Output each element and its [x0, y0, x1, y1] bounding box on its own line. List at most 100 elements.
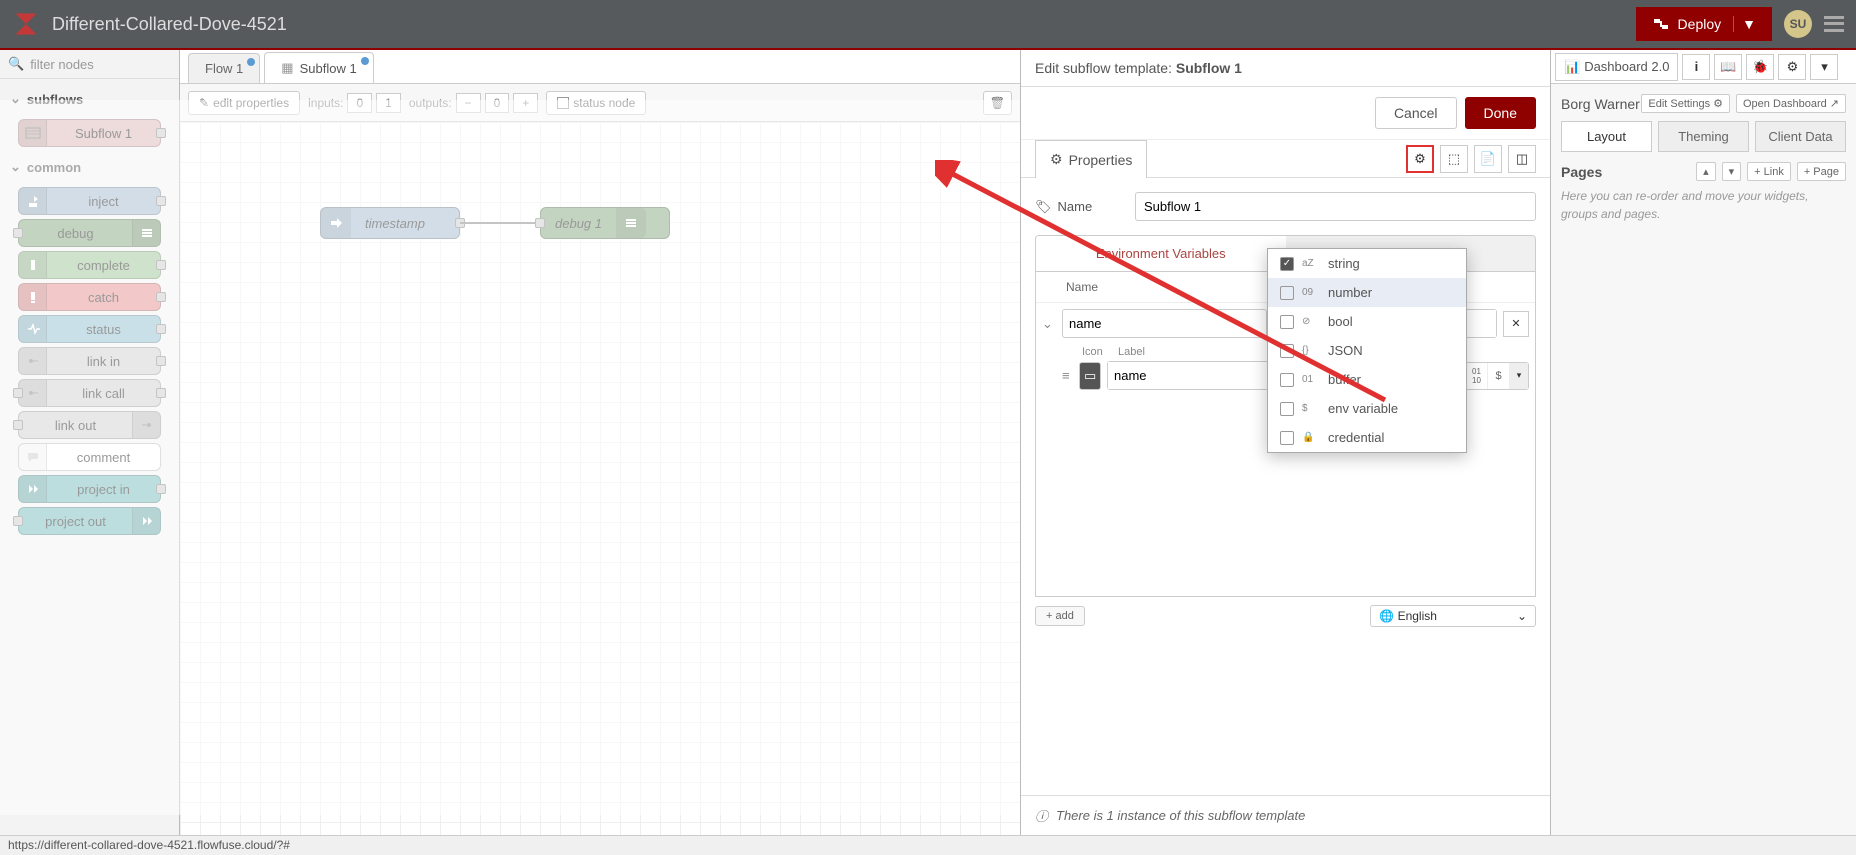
- help-tab-icon[interactable]: 📖: [1714, 54, 1742, 80]
- project-out-icon: [132, 508, 160, 534]
- add-page-button[interactable]: + Page: [1797, 162, 1846, 181]
- type-symbol-icon: 09: [1302, 287, 1320, 298]
- chevron-down-icon: ⌄: [10, 91, 21, 107]
- tab-subflow1[interactable]: ▦ Subflow 1: [264, 52, 373, 83]
- module-box-tab-icon[interactable]: ⬚: [1440, 145, 1468, 173]
- sidebar-tabs: 📊 Dashboard 2.0 i 📖 🐞 ⚙ ▾: [1551, 50, 1856, 84]
- name-input[interactable]: [1135, 192, 1536, 221]
- appearance-tab-icon[interactable]: ◫: [1508, 145, 1536, 173]
- type-symbol-icon: ⊘: [1302, 316, 1320, 327]
- palette-node-project-in[interactable]: project in: [18, 475, 161, 503]
- outputs-plus-button[interactable]: +: [513, 93, 538, 113]
- flow-canvas[interactable]: timestamp debug 1: [180, 122, 1020, 835]
- palette-node-complete[interactable]: complete: [18, 251, 161, 279]
- chevron-down-icon[interactable]: ⌄: [1042, 316, 1056, 332]
- palette-node-inject[interactable]: inject: [18, 187, 161, 215]
- type-option-string[interactable]: ✓aZstring: [1268, 249, 1466, 278]
- checkbox-icon: [1280, 315, 1294, 329]
- type-option-env-variable[interactable]: $env variable: [1268, 394, 1466, 423]
- workspace: Flow 1 ▦ Subflow 1 ✎ edit properties inp…: [180, 50, 1020, 835]
- palette-node-link-out[interactable]: link out: [18, 411, 161, 439]
- category-common[interactable]: ⌄ common: [0, 151, 179, 183]
- project-in-icon: [19, 476, 47, 502]
- palette-node-catch[interactable]: catch: [18, 283, 161, 311]
- edit-settings-button[interactable]: Edit Settings ⚙: [1641, 94, 1730, 113]
- node-timestamp[interactable]: timestamp: [320, 207, 460, 239]
- done-button[interactable]: Done: [1465, 97, 1536, 129]
- add-env-button[interactable]: + add: [1035, 606, 1085, 626]
- tag-icon: 🏷: [1035, 199, 1052, 215]
- palette-node-link-in[interactable]: link in: [18, 347, 161, 375]
- subflow-icon: [19, 120, 47, 146]
- main-menu-icon[interactable]: [1824, 14, 1844, 34]
- palette-node-debug[interactable]: debug: [18, 219, 161, 247]
- node-debug1[interactable]: debug 1: [540, 207, 670, 239]
- inputs-1-button[interactable]: 1: [376, 93, 401, 113]
- palette-node-comment[interactable]: comment: [18, 443, 161, 471]
- edit-properties-button[interactable]: ✎ edit properties: [188, 91, 300, 115]
- palette-node-link-call[interactable]: link call: [18, 379, 161, 407]
- env-name-input[interactable]: [1062, 309, 1267, 338]
- deploy-button[interactable]: Deploy ▼: [1636, 7, 1772, 41]
- env-vars-tab[interactable]: Environment Variables: [1036, 236, 1286, 271]
- user-avatar[interactable]: SU: [1784, 10, 1812, 38]
- debug-tab-icon[interactable]: 🐞: [1746, 54, 1774, 80]
- editor-footer: ⓘ There is 1 instance of this subflow te…: [1021, 795, 1550, 835]
- search-icon: 🔍: [8, 56, 24, 72]
- chart-icon: 📊: [1564, 59, 1580, 75]
- layout-tab[interactable]: Layout: [1561, 121, 1652, 152]
- type-option-JSON[interactable]: {}JSON: [1268, 336, 1466, 365]
- flow-tabs: Flow 1 ▦ Subflow 1: [180, 50, 1020, 84]
- type-option-credential[interactable]: 🔒credential: [1268, 423, 1466, 452]
- checkbox-icon: [557, 97, 569, 109]
- status-node-button[interactable]: status node: [546, 91, 646, 115]
- app-header: Different-Collared-Dove-4521 Deploy ▼ SU: [0, 0, 1856, 48]
- theming-tab[interactable]: Theming: [1658, 121, 1749, 152]
- delete-row-button[interactable]: ✕: [1503, 311, 1529, 337]
- pages-heading: Pages: [1561, 164, 1602, 180]
- module-properties-tab-icon[interactable]: ⚙: [1406, 145, 1434, 173]
- language-select[interactable]: 🌐 English ⌄: [1370, 605, 1536, 627]
- id-card-icon: ▭: [1084, 368, 1096, 384]
- type-option-number[interactable]: 09number: [1268, 278, 1466, 307]
- icon-picker[interactable]: ▭: [1079, 362, 1101, 390]
- palette-node-status[interactable]: status: [18, 315, 161, 343]
- collapse-up-button[interactable]: ▴: [1696, 162, 1716, 181]
- editor-tray: Edit subflow template: Subflow 1 Cancel …: [1020, 50, 1550, 835]
- project-name: Borg Warner: [1561, 96, 1640, 112]
- type-option-buffer[interactable]: 01buffer: [1268, 365, 1466, 394]
- type-symbol-icon: aZ: [1302, 258, 1320, 269]
- type-option-bool[interactable]: ⊘bool: [1268, 307, 1466, 336]
- description-tab-icon[interactable]: 📄: [1474, 145, 1502, 173]
- open-dashboard-button[interactable]: Open Dashboard ↗: [1736, 94, 1846, 113]
- outputs-minus-button[interactable]: −: [456, 93, 481, 113]
- dashboard-tab[interactable]: 📊 Dashboard 2.0: [1555, 53, 1678, 81]
- checkbox-icon: ✓: [1280, 257, 1294, 271]
- icon-col-label: Icon: [1082, 346, 1118, 358]
- drag-handle-icon[interactable]: ≡: [1062, 368, 1073, 383]
- config-tab-icon[interactable]: ⚙: [1778, 54, 1806, 80]
- cancel-button[interactable]: Cancel: [1375, 97, 1457, 129]
- properties-tab[interactable]: ⚙ Properties: [1035, 140, 1147, 178]
- more-tabs-icon[interactable]: ▾: [1810, 54, 1838, 80]
- delete-subflow-button[interactable]: 🗑: [983, 91, 1012, 115]
- client-data-tab[interactable]: Client Data: [1755, 121, 1846, 152]
- complete-icon: [19, 252, 47, 278]
- link-out-icon: [132, 412, 160, 438]
- info-icon: ⓘ: [1035, 806, 1048, 825]
- add-link-button[interactable]: + Link: [1747, 162, 1791, 181]
- checkbox-icon: [1280, 373, 1294, 387]
- caret-down-icon[interactable]: ▾: [1510, 363, 1528, 389]
- name-label: 🏷 Name: [1035, 199, 1125, 215]
- palette-search[interactable]: 🔍 filter nodes: [0, 50, 179, 79]
- inputs-0-button[interactable]: 0: [347, 93, 372, 113]
- category-subflows[interactable]: ⌄ subflows: [0, 83, 179, 115]
- info-tab-icon[interactable]: i: [1682, 54, 1710, 80]
- gear-icon: ⚙: [1713, 97, 1723, 110]
- palette-node-project-out[interactable]: project out: [18, 507, 161, 535]
- type-symbol-icon: 01: [1302, 374, 1320, 385]
- expand-down-button[interactable]: ▾: [1722, 162, 1742, 181]
- chevron-down-icon: ⌄: [1517, 609, 1527, 623]
- tab-flow1[interactable]: Flow 1: [188, 53, 260, 83]
- palette-node-subflow1[interactable]: Subflow 1: [18, 119, 161, 147]
